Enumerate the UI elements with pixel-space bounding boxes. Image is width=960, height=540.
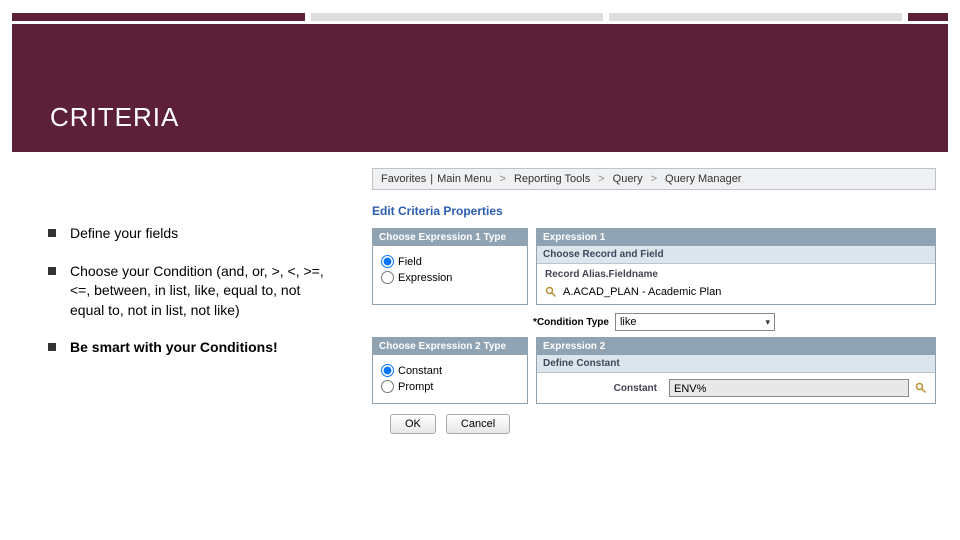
nav-main-menu[interactable]: Main Menu	[437, 173, 491, 185]
panel-header: Expression 1	[537, 229, 935, 246]
nav-query[interactable]: Query	[613, 173, 643, 185]
bullet-icon	[48, 267, 56, 275]
section-heading: Edit Criteria Properties	[372, 204, 936, 218]
radio-expression[interactable]: Expression	[381, 271, 519, 284]
expr2-type-panel: Choose Expression 2 Type Constant Prompt	[372, 337, 528, 404]
condition-type-select[interactable]: like ▾	[615, 313, 775, 331]
radio-constant[interactable]: Constant	[381, 364, 519, 377]
field-label: Record Alias.Fieldname	[545, 269, 658, 280]
condition-label: *Condition Type	[533, 317, 609, 328]
panel-subheader: Define Constant	[537, 355, 935, 373]
nav-reporting[interactable]: Reporting Tools	[514, 173, 590, 185]
constant-input[interactable]: ENV%	[669, 379, 909, 397]
radio-input[interactable]	[381, 364, 394, 377]
breadcrumb: Favorites | Main Menu > Reporting Tools …	[372, 168, 936, 190]
list-item: Be smart with your Conditions!	[48, 338, 328, 358]
nav-query-manager[interactable]: Query Manager	[665, 173, 741, 185]
panel-header: Expression 2	[537, 338, 935, 355]
bullet-text: Choose your Condition (and, or, >, <, >=…	[70, 262, 328, 321]
button-row: OK Cancel	[372, 414, 936, 434]
chevron-right-icon: >	[651, 173, 657, 185]
lookup-icon[interactable]	[915, 382, 927, 394]
chevron-right-icon: >	[500, 173, 506, 185]
radio-input[interactable]	[381, 271, 394, 284]
bullet-icon	[48, 229, 56, 237]
condition-type-row: *Condition Type like ▾	[372, 313, 936, 331]
select-value: like	[620, 316, 637, 328]
panel-subheader: Choose Record and Field	[537, 246, 935, 264]
lookup-icon[interactable]	[545, 286, 557, 298]
bullet-list: Define your fields Choose your Condition…	[48, 224, 328, 376]
cancel-button[interactable]: Cancel	[446, 414, 510, 434]
list-item: Define your fields	[48, 224, 328, 244]
bullet-icon	[48, 343, 56, 351]
radio-label: Constant	[398, 365, 442, 377]
bullet-text: Define your fields	[70, 224, 328, 244]
chevron-right-icon: >	[598, 173, 604, 185]
ok-button[interactable]: OK	[390, 414, 436, 434]
page-title: CRITERIA	[50, 102, 948, 133]
radio-prompt[interactable]: Prompt	[381, 380, 519, 393]
screenshot-panel: Favorites | Main Menu > Reporting Tools …	[372, 168, 936, 434]
nav-favorites[interactable]: Favorites	[381, 173, 426, 185]
list-item: Choose your Condition (and, or, >, <, >=…	[48, 262, 328, 321]
radio-label: Expression	[398, 272, 452, 284]
panel-header: Choose Expression 2 Type	[373, 338, 527, 355]
expr1-type-panel: Choose Expression 1 Type Field Expressio…	[372, 228, 528, 305]
nav-divider: |	[430, 173, 433, 185]
radio-input[interactable]	[381, 255, 394, 268]
bullet-text: Be smart with your Conditions!	[70, 338, 328, 358]
constant-label: Constant	[614, 383, 657, 394]
top-accent-bar	[12, 13, 948, 21]
panel-header: Choose Expression 1 Type	[373, 229, 527, 246]
radio-label: Field	[398, 256, 422, 268]
expr2-panel: Expression 2 Define Constant Constant EN…	[536, 337, 936, 404]
radio-input[interactable]	[381, 380, 394, 393]
radio-label: Prompt	[398, 381, 433, 393]
chevron-down-icon: ▾	[765, 317, 770, 328]
radio-field[interactable]: Field	[381, 255, 519, 268]
field-value: A.ACAD_PLAN - Academic Plan	[563, 286, 721, 298]
expr1-panel: Expression 1 Choose Record and Field Rec…	[536, 228, 936, 305]
title-bar: CRITERIA	[12, 24, 948, 152]
